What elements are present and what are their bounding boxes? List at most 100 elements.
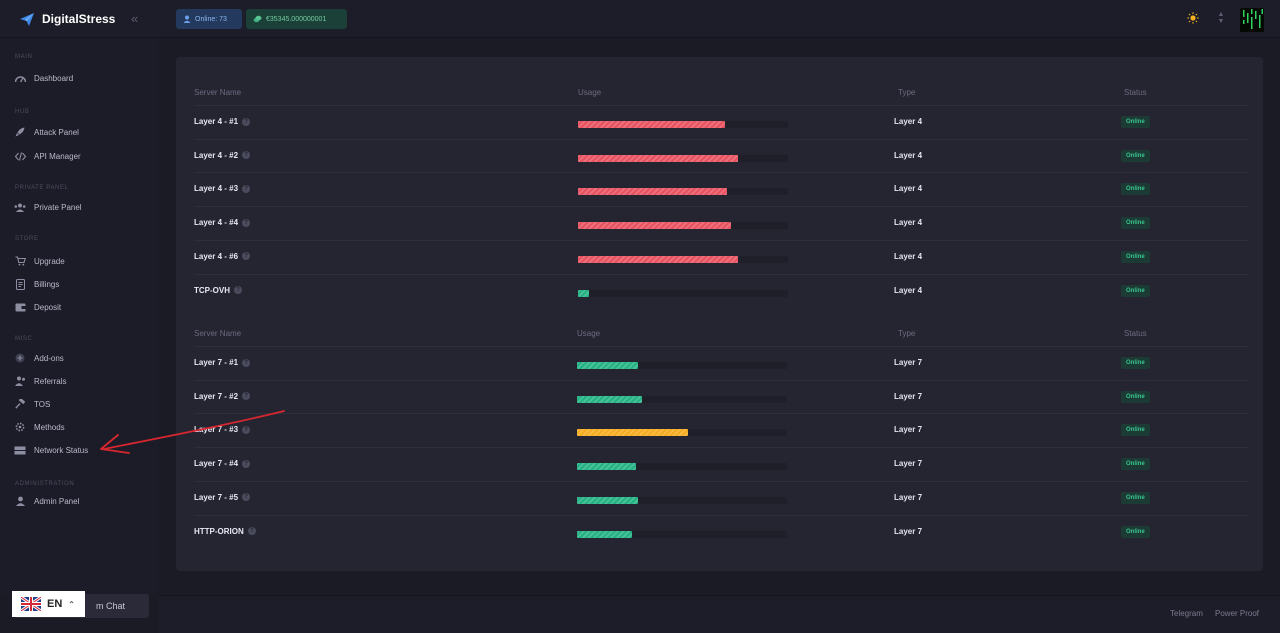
sidebar-item-deposit[interactable]: Deposit — [14, 299, 61, 315]
table-row: Layer 7 - #3? Layer 7 Online — [194, 413, 1248, 447]
table-row: Layer 4 - #2? Layer 4 Online — [194, 138, 1248, 173]
server-name: Layer 4 - #4? — [194, 218, 251, 227]
help-icon[interactable]: ? — [234, 286, 242, 294]
sidebar-item-label: Network Status — [34, 445, 89, 455]
help-icon[interactable]: ? — [242, 184, 251, 193]
server-name-label: Layer 4 - #6 — [194, 251, 239, 261]
network-status-card: Server Name Usage Type Status Layer 4 - … — [176, 57, 1263, 571]
header-server-name: Server Name — [194, 329, 242, 338]
server-type: Layer 4 — [894, 184, 923, 194]
status-badge: Online — [1121, 491, 1150, 504]
balance-chip[interactable]: €35345.000000001 — [246, 9, 347, 29]
gear-icon — [14, 421, 26, 433]
help-icon[interactable]: ? — [242, 493, 251, 502]
server-name: Layer 7 - #5? — [194, 493, 251, 502]
sidebar-item-billings[interactable]: Billings — [14, 276, 59, 292]
sort-toggle-icon[interactable]: ▲ ▼ — [1216, 11, 1226, 27]
server-type: Layer 7 — [894, 526, 923, 536]
status-badge: Online — [1121, 357, 1150, 369]
help-icon[interactable]: ? — [242, 252, 251, 261]
server-name-label: Layer 7 - #1 — [194, 358, 239, 367]
server-name: Layer 4 - #6? — [194, 251, 251, 261]
sidebar-item-tos[interactable]: TOS — [14, 396, 50, 412]
brand[interactable]: DigitalStress — [20, 10, 115, 28]
server-type: Layer 4 — [894, 285, 923, 295]
server-type: Layer 7 — [894, 391, 923, 401]
usage-bar — [578, 222, 788, 230]
usage-bar — [577, 496, 787, 504]
server-name-label: HTTP-ORION — [194, 526, 244, 536]
collapse-sidebar-icon[interactable]: « — [131, 11, 138, 27]
section-store: STORE — [15, 236, 39, 242]
sidebar-item-private-panel[interactable]: Private Panel — [14, 199, 82, 215]
server-type: Layer 4 — [894, 218, 923, 228]
usage-bar-fill — [577, 463, 636, 471]
server-name: Layer 4 - #1? — [194, 117, 251, 126]
sidebar-item-referrals[interactable]: Referrals — [14, 373, 66, 389]
help-icon[interactable]: ? — [242, 425, 251, 434]
language-selector[interactable]: EN ⌃ — [12, 591, 85, 617]
help-icon[interactable]: ? — [242, 358, 251, 367]
server-icon — [14, 444, 26, 456]
status-badge: Online — [1121, 458, 1150, 471]
server-name: Layer 7 - #3? — [194, 425, 251, 434]
usage-bar-fill — [578, 289, 589, 297]
brand-name: DigitalStress — [42, 12, 116, 26]
sidebar: MAIN Dashboard HUB Attack Panel API Mana… — [0, 38, 158, 595]
usage-bar-fill — [577, 362, 638, 369]
plus-circle-icon — [14, 352, 26, 364]
footer-link-power-proof[interactable]: Power Proof — [1215, 609, 1259, 618]
sidebar-item-label: Admin Panel — [34, 496, 80, 506]
sidebar-item-methods[interactable]: Methods — [14, 419, 65, 435]
status-badge: Online — [1121, 183, 1150, 196]
table-row: Layer 7 - #5? Layer 7 Online — [194, 480, 1248, 515]
main-content: Server Name Usage Type Status Layer 4 - … — [158, 38, 1280, 595]
dashboard-icon — [14, 72, 26, 84]
sidebar-item-upgrade[interactable]: Upgrade — [14, 253, 65, 269]
sidebar-item-dashboard[interactable]: Dashboard — [14, 70, 73, 86]
status-badge: Online — [1121, 149, 1150, 162]
server-name: HTTP-ORION? — [194, 527, 256, 536]
usage-bar-fill — [578, 255, 738, 263]
server-name-label: Layer 4 - #3 — [194, 184, 239, 194]
help-icon[interactable]: ? — [242, 151, 251, 160]
server-type: Layer 7 — [894, 425, 923, 435]
sidebar-item-network-status[interactable]: Network Status — [14, 442, 88, 458]
section-administration: ADMINISTRATION — [15, 481, 75, 487]
help-icon[interactable]: ? — [242, 459, 251, 468]
balance-label: €35345.000000001 — [266, 15, 327, 23]
usage-bar — [577, 395, 787, 403]
online-count-label: Online: 73 — [195, 15, 227, 23]
footer-link-telegram[interactable]: Telegram — [1170, 609, 1203, 618]
usage-bar — [577, 362, 787, 369]
sidebar-item-label: Add-ons — [34, 353, 64, 363]
status-badge: Online — [1121, 217, 1150, 230]
sidebar-item-label: API Manager — [34, 151, 81, 161]
server-name-label: Layer 7 - #2 — [194, 391, 239, 401]
avatar-image — [1240, 8, 1264, 32]
usage-bar — [578, 188, 788, 196]
sidebar-item-add-ons[interactable]: Add-ons — [14, 350, 64, 366]
server-type: Layer 7 — [894, 459, 923, 469]
server-name-label: Layer 4 - #1 — [194, 117, 239, 126]
table-row: Layer 4 - #3? Layer 4 Online — [194, 172, 1248, 206]
sidebar-item-api-manager[interactable]: API Manager — [14, 148, 81, 164]
status-badge: Online — [1121, 424, 1150, 437]
sidebar-item-admin-panel[interactable]: Admin Panel — [14, 493, 79, 509]
usage-bar-fill — [578, 121, 725, 128]
sidebar-item-label: TOS — [34, 399, 51, 409]
help-icon[interactable]: ? — [242, 392, 251, 401]
online-count-chip[interactable]: Online: 73 — [176, 9, 242, 29]
help-icon[interactable]: ? — [247, 527, 256, 535]
usage-bar — [578, 289, 788, 297]
server-name: Layer 7 - #1? — [194, 358, 251, 367]
help-icon[interactable]: ? — [242, 117, 251, 126]
usage-bar-fill — [578, 222, 732, 230]
sun-icon[interactable] — [1187, 12, 1199, 24]
header-usage: Usage — [578, 88, 602, 97]
avatar[interactable] — [1240, 8, 1264, 32]
status-badge: Online — [1121, 284, 1150, 297]
table-row: Layer 4 - #6? Layer 4 Online — [194, 239, 1248, 274]
sidebar-item-attack-panel[interactable]: Attack Panel — [14, 124, 79, 140]
help-icon[interactable]: ? — [242, 218, 251, 227]
